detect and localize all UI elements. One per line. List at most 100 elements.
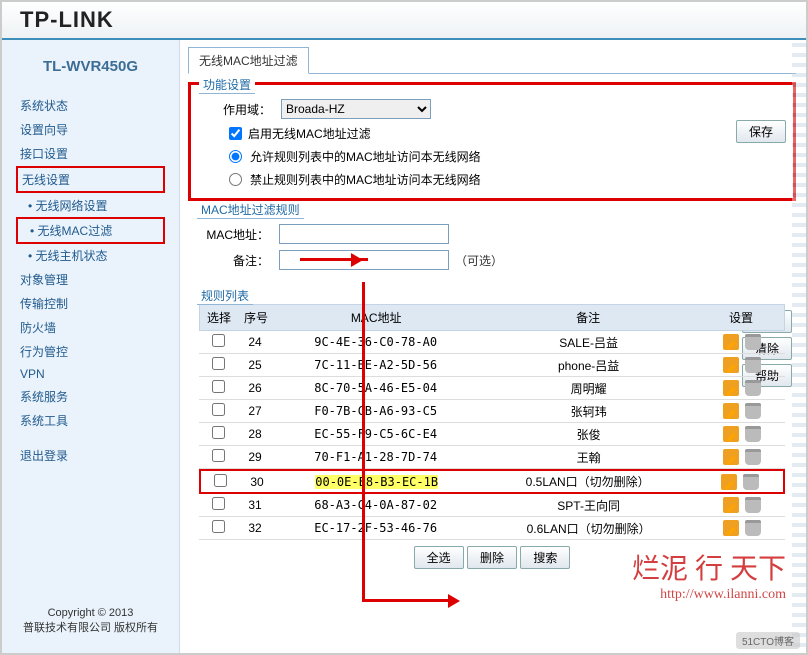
edit-icon[interactable] [723,449,739,465]
row-no: 28 [237,425,273,443]
enable-label: 启用无线MAC地址过滤 [248,125,371,142]
table-row: 32EC-17-2F-53-46-760.6LAN口（切勿删除） [199,517,785,540]
row-remark: phone-吕益 [478,355,699,376]
row-remark: 0.6LAN口（切勿删除） [478,518,699,539]
sidebar-sub-wlan-settings[interactable]: • 无线网络设置 [16,194,165,217]
row-no: 26 [237,379,273,397]
sidebar-item-firewall[interactable]: 防火墙 [16,316,165,339]
row-no: 29 [237,448,273,466]
filter-rule-box: MAC地址过滤规则 MAC地址： 备注： （可选） [188,209,796,287]
row-checkbox[interactable] [212,449,225,462]
sidebar-item-wireless[interactable]: 无线设置 [16,166,165,193]
sidebar-logout[interactable]: 退出登录 [16,444,165,467]
delete-button[interactable]: 删除 [467,546,517,569]
deny-radio[interactable] [229,173,242,186]
delete-icon[interactable] [745,449,761,465]
edit-icon[interactable] [723,380,739,396]
row-remark: 0.5LAN口（切勿删除） [478,471,697,492]
sidebar-item-status[interactable]: 系统状态 [16,94,165,117]
delete-icon[interactable] [745,426,761,442]
row-checkbox[interactable] [212,426,225,439]
source-badge: 51CTO博客 [736,632,800,649]
sidebar-item-transfer[interactable]: 传输控制 [16,292,165,315]
row-checkbox[interactable] [212,380,225,393]
search-button[interactable]: 搜索 [520,546,570,569]
th-remark: 备注 [478,305,698,330]
enable-checkbox[interactable] [229,127,242,140]
select-all-button[interactable]: 全选 [414,546,464,569]
delete-icon[interactable] [745,520,761,536]
table-body: 249C-4E-36-C0-78-A0SALE-吕益257C-11-BE-A2-… [199,331,785,540]
remark-input[interactable] [279,250,449,270]
edit-icon[interactable] [723,497,739,513]
delete-icon[interactable] [745,497,761,513]
row-remark: 张轲玮 [478,401,699,422]
table-row: 28EC-55-F9-C5-6C-E4张俊 [199,423,785,446]
row-checkbox[interactable] [212,403,225,416]
row-checkbox[interactable] [212,357,225,370]
edit-icon[interactable] [723,426,739,442]
mac-input[interactable] [279,224,449,244]
table-row: 3000-0E-E8-B3-EC-1B0.5LAN口（切勿删除） [199,469,785,494]
row-no: 31 [237,496,273,514]
delete-icon[interactable] [745,380,761,396]
th-select: 选择 [200,305,238,330]
table-header: 选择 序号 MAC地址 备注 设置 [199,304,785,331]
table-row: 2970-F1-A1-28-7D-74王翰 [199,446,785,469]
row-remark: 王翰 [478,447,699,468]
row-mac: EC-55-F9-C5-6C-E4 [273,425,478,443]
delete-icon[interactable] [745,357,761,373]
remark-label: 备注： [199,252,279,269]
th-mac: MAC地址 [274,305,478,330]
table-row: 27F0-7B-CB-A6-93-C5张轲玮 [199,400,785,423]
th-set: 设置 [698,305,784,330]
torn-edge-icon [792,40,806,653]
row-remark: SALE-吕益 [478,332,699,353]
row-checkbox[interactable] [212,497,225,510]
sidebar-sub-wlan-hosts[interactable]: • 无线主机状态 [16,244,165,267]
sidebar-item-object[interactable]: 对象管理 [16,268,165,291]
sidebar-item-interface[interactable]: 接口设置 [16,142,165,165]
sidebar-item-vpn[interactable]: VPN [16,364,165,384]
row-no: 25 [237,356,273,374]
main-panel: 无线MAC地址过滤 功能设置 作用域： Broada-HZ 启用无线MAC地址过… [180,40,806,653]
sidebar-sub-mac-filter[interactable]: • 无线MAC过滤 [16,217,165,244]
row-checkbox[interactable] [212,520,225,533]
allow-label: 允许规则列表中的MAC地址访问本无线网络 [250,148,481,165]
legend-function: 功能设置 [199,76,255,94]
edit-icon[interactable] [721,474,737,490]
legend-rule: MAC地址过滤规则 [197,201,304,219]
delete-icon[interactable] [745,334,761,350]
optional-hint: （可选） [455,252,503,269]
copyright: Copyright © 2013 普联技术有限公司 版权所有 [2,607,179,635]
delete-icon[interactable] [743,474,759,490]
tab-mac-filter[interactable]: 无线MAC地址过滤 [188,47,309,74]
rule-list-box: 规则列表 选择 序号 MAC地址 备注 设置 249C-4E-36-C0-78-… [188,295,796,580]
row-mac: 00-0E-E8-B3-EC-1B [275,473,478,491]
row-mac: 8C-70-5A-46-E5-04 [273,379,478,397]
allow-radio[interactable] [229,150,242,163]
brand-logo: TP-LINK [20,7,114,33]
delete-icon[interactable] [745,403,761,419]
edit-icon[interactable] [723,520,739,536]
sidebar-item-tools[interactable]: 系统工具 [16,409,165,432]
row-mac: 70-F1-A1-28-7D-74 [273,448,478,466]
row-mac: 9C-4E-36-C0-78-A0 [273,333,478,351]
save-button[interactable]: 保存 [736,120,786,143]
model-label: TL-WVR450G [2,50,179,93]
sidebar: TL-WVR450G 系统状态 设置向导 接口设置 无线设置 • 无线网络设置 … [2,40,180,653]
row-no: 27 [237,402,273,420]
sidebar-item-wizard[interactable]: 设置向导 [16,118,165,141]
row-no: 32 [237,519,273,537]
edit-icon[interactable] [723,357,739,373]
deny-label: 禁止规则列表中的MAC地址访问本无线网络 [250,171,481,188]
row-mac: 7C-11-BE-A2-5D-56 [273,356,478,374]
sidebar-item-services[interactable]: 系统服务 [16,385,165,408]
edit-icon[interactable] [723,403,739,419]
sidebar-item-behavior[interactable]: 行为管控 [16,340,165,363]
scope-select[interactable]: Broada-HZ [281,99,431,119]
row-checkbox[interactable] [214,474,227,487]
edit-icon[interactable] [723,334,739,350]
row-checkbox[interactable] [212,334,225,347]
th-no: 序号 [238,305,274,330]
